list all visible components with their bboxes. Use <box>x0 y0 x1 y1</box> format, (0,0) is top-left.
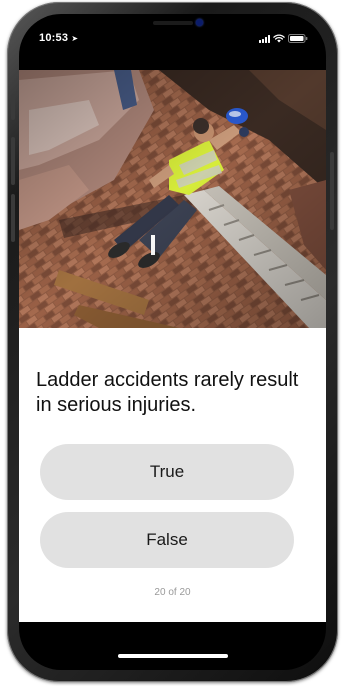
power-button <box>330 152 334 230</box>
photo-illustration <box>19 70 326 328</box>
status-bar: 10:53 ➤ <box>19 14 326 66</box>
wifi-icon <box>273 34 285 43</box>
status-time-text: 10:53 <box>39 32 69 44</box>
mute-switch <box>11 94 15 120</box>
question-text: Ladder accidents rarely result in seriou… <box>36 369 299 416</box>
phone-screen: 10:53 ➤ Ladder accidents rarely result i… <box>19 14 326 670</box>
true-button[interactable]: True <box>40 444 294 500</box>
ladder-accident-photo <box>19 70 326 328</box>
status-icons <box>259 34 308 43</box>
volume-up-button <box>11 137 15 185</box>
phone-frame: 10:53 ➤ Ladder accidents rarely result i… <box>7 2 338 682</box>
question-card: Ladder accidents rarely result in seriou… <box>19 328 326 622</box>
status-time: 10:53 ➤ <box>39 32 78 44</box>
progress-counter: 20 of 20 <box>154 587 191 598</box>
false-button[interactable]: False <box>40 512 294 568</box>
signal-icon <box>259 35 270 43</box>
home-indicator[interactable] <box>117 654 228 658</box>
volume-down-button <box>11 194 15 242</box>
speaker-grille <box>152 21 193 25</box>
battery-icon <box>288 34 308 43</box>
front-camera-icon <box>195 19 203 26</box>
location-arrow-icon: ➤ <box>71 34 79 43</box>
canvas: 10:53 ➤ Ladder accidents rarely result i… <box>0 0 345 686</box>
notch <box>97 14 248 38</box>
